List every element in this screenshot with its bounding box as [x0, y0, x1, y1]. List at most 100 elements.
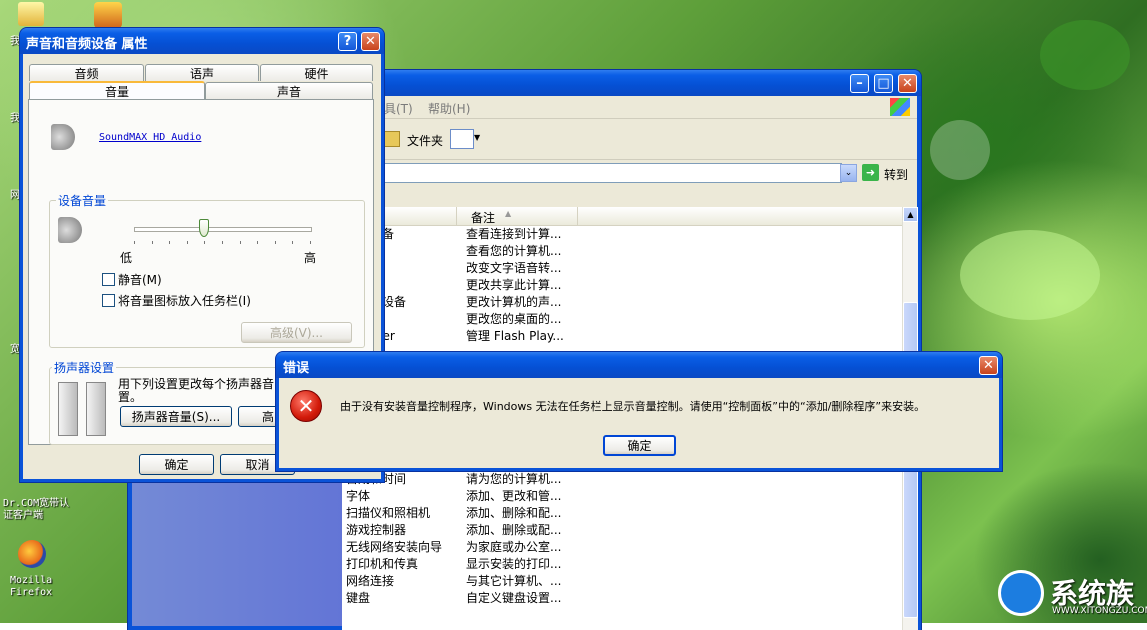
tab-audio[interactable]: 音频 — [29, 64, 144, 81]
list-item-name[interactable]: 打印机和传真 — [346, 556, 418, 573]
maximize-button[interactable]: □ — [874, 74, 893, 93]
close-button[interactable]: ✕ — [361, 32, 380, 51]
tab-volume[interactable]: 音量 — [29, 81, 205, 100]
list-item-comment: 显示安装的打印... — [466, 557, 562, 571]
error-dialog-titlebar[interactable]: 错误 ✕ — [276, 352, 1002, 378]
watermark-url: WWW.XITONGZU.COM — [1052, 606, 1147, 616]
error-dialog-client: ✕ 由于没有安装音量控制程序，Windows 无法在任务栏上显示音量控制。请使用… — [279, 378, 999, 468]
sound-dialog-title: 声音和音频设备 属性 — [26, 37, 148, 52]
firefox-label[interactable]: Mozilla Firefox — [10, 575, 60, 599]
advanced-button[interactable]: 高级(V)... — [241, 322, 352, 343]
desktop-icon-label: 我 — [10, 36, 20, 47]
tab-audio-label: 音频 — [74, 66, 99, 81]
list-item-comment: 查看您的计算机... — [466, 244, 562, 258]
speaker-volume-button[interactable]: 扬声器音量(S)... — [120, 406, 232, 427]
tab-voice-label: 语声 — [189, 66, 214, 81]
folders-button[interactable]: 文件夹 — [407, 132, 443, 149]
volume-slider-track[interactable] — [134, 227, 312, 232]
list-header: 备注 ▲ — [342, 207, 902, 226]
error-dialog-title: 错误 — [283, 361, 310, 376]
list-item-comment: 更改共享此计算... — [466, 278, 562, 292]
list-item-comment: 改变文字语音转... — [466, 261, 562, 275]
windows-flag-icon — [890, 98, 910, 116]
volume-slider-thumb[interactable] — [199, 219, 210, 237]
tray-icon-checkbox[interactable] — [102, 294, 115, 307]
list-item-name[interactable]: 游戏控制器 — [346, 522, 406, 539]
speaker-settings-title: 扬声器设置 — [52, 359, 117, 376]
desktop-icon-label: 我 — [10, 113, 20, 124]
toolbar: 文件夹 ▼ — [342, 119, 917, 160]
volume-low-label: 低 — [120, 251, 133, 265]
device-volume-group: 设备音量 低 高 静音(M) 将音量图标放入任务栏(I) 高级(V)... — [49, 192, 365, 348]
minimize-button[interactable]: – — [850, 74, 869, 93]
chevron-down-icon[interactable]: ▼ — [474, 133, 480, 142]
menu-tools[interactable]: 具(T) — [384, 100, 413, 117]
list-item-name[interactable]: 键盘 — [346, 590, 370, 607]
list-item-comment: 自定义键盘设置... — [466, 591, 562, 605]
windows-logo-icon — [998, 570, 1044, 616]
list-item-comment: 更改您的桌面的... — [466, 312, 562, 326]
ok-button[interactable]: 确定 — [139, 454, 214, 475]
menu-bar: 具(T) 帮助(H) — [342, 96, 917, 119]
list-item-comment: 更改计算机的声... — [466, 295, 562, 309]
column-comment[interactable]: 备注 ▲ — [456, 207, 578, 225]
volume-tick — [239, 241, 241, 244]
list-item-comment: 查看连接到计算... — [466, 227, 562, 241]
sound-dialog-titlebar[interactable]: 声音和音频设备 属性 ? ✕ — [20, 28, 384, 54]
device-name-link[interactable]: SoundMAX HD Audio — [99, 132, 201, 143]
tab-sounds-label: 声音 — [276, 84, 301, 99]
tab-voice[interactable]: 语声 — [145, 64, 259, 81]
speaker-volume-label: 扬声器音量(S)... — [131, 410, 221, 424]
list-item-comment: 添加、删除或配... — [466, 523, 562, 537]
desktop-icon-label: 宽 — [10, 344, 20, 355]
address-dropdown-button[interactable]: ⌄ — [840, 164, 857, 182]
wallpaper-leaf — [1040, 20, 1130, 90]
go-button[interactable]: 转到 — [884, 166, 908, 183]
close-button[interactable]: ✕ — [979, 356, 998, 375]
left-speaker-icon — [58, 382, 78, 436]
device-volume-title: 设备音量 — [56, 192, 109, 209]
list-item-comment: 与其它计算机、... — [466, 574, 562, 588]
volume-tick — [169, 241, 171, 244]
scroll-up-button[interactable]: ▲ — [903, 207, 918, 222]
list-item-name[interactable]: 扫描仪和照相机 — [346, 505, 430, 522]
volume-tick — [274, 241, 276, 244]
folders-icon[interactable] — [382, 131, 400, 147]
drcom-label[interactable]: Dr.COM宽带认证客户端 — [3, 498, 73, 522]
cancel-label: 取消 — [245, 458, 270, 472]
column-comment-label: 备注 — [471, 211, 496, 225]
desktop-icon-label: 网 — [10, 190, 20, 201]
firefox-icon[interactable] — [18, 540, 46, 568]
go-arrow-icon[interactable]: ➜ — [862, 164, 879, 181]
error-ok-button[interactable]: 确定 — [603, 435, 676, 456]
list-item-comment: 管理 Flash Play... — [466, 329, 564, 343]
speaker-icon — [51, 124, 75, 150]
speaker-description: 用下列设置更改每个扬声器音置。 — [118, 377, 275, 404]
tab-volume-label: 音量 — [104, 85, 129, 99]
sort-up-icon: ▲ — [505, 209, 512, 218]
volume-tick — [310, 241, 311, 244]
tab-hardware-label: 硬件 — [304, 66, 329, 81]
wallpaper-leaf — [960, 230, 1100, 320]
ok-label: 确定 — [164, 458, 189, 472]
advanced-label: 高级(V)... — [269, 326, 324, 340]
error-message: 由于没有安装音量控制程序，Windows 无法在任务栏上显示音量控制。请使用“控… — [340, 400, 926, 413]
menu-help[interactable]: 帮助(H) — [428, 100, 470, 117]
speaker-advanced-label: 高 — [261, 410, 274, 424]
tray-icon-label: 将音量图标放入任务栏(I) — [118, 294, 251, 308]
tab-sounds[interactable]: 声音 — [205, 82, 373, 99]
error-dialog: 错误 ✕ ✕ 由于没有安装音量控制程序，Windows 无法在任务栏上显示音量控… — [276, 352, 1002, 471]
close-button[interactable]: ✕ — [898, 74, 917, 93]
tab-hardware[interactable]: 硬件 — [260, 64, 373, 81]
list-item-name[interactable]: 字体 — [346, 488, 370, 505]
address-input[interactable] — [342, 163, 842, 183]
volume-tick — [186, 241, 188, 244]
list-item-name[interactable]: 网络连接 — [346, 573, 394, 590]
mute-checkbox[interactable] — [102, 273, 115, 286]
views-icon[interactable] — [450, 129, 474, 149]
folder-icon[interactable] — [18, 2, 44, 26]
game-icon[interactable] — [94, 2, 122, 28]
list-item-name[interactable]: 无线网络安装向导 — [346, 539, 442, 556]
volume-tick — [292, 241, 294, 244]
help-button[interactable]: ? — [338, 32, 357, 51]
